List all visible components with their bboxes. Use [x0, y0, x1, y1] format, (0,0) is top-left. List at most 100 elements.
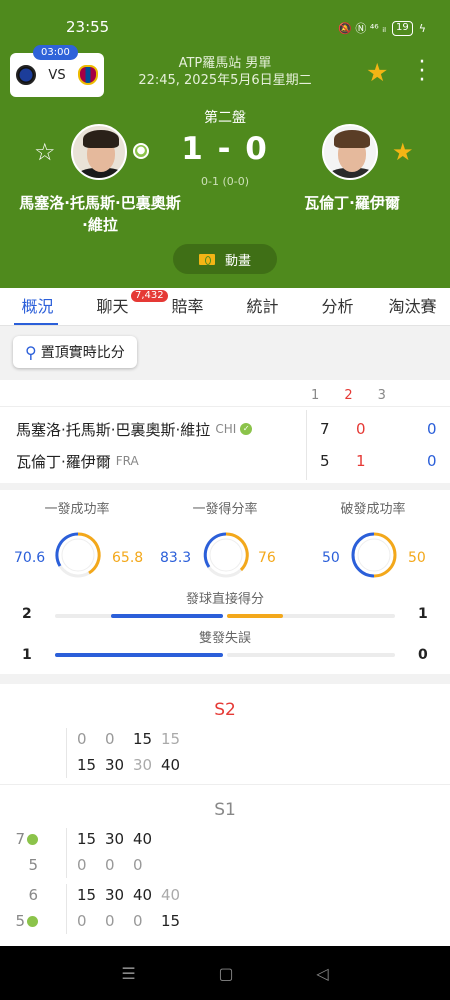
mini-clock: 03:00	[33, 45, 78, 60]
tab-overview[interactable]: 概況	[0, 288, 75, 325]
game-won-icon	[27, 916, 38, 927]
game-points-top: 15 30 40 40	[77, 886, 181, 904]
aces-left-value: 2	[22, 606, 32, 622]
game-points-top: 0 0 15 15	[77, 730, 181, 748]
player-name: 瓦倫丁·羅伊爾	[16, 452, 111, 471]
game-score: 0-1 (0-0)	[200, 175, 249, 188]
player2-follow-star-icon[interactable]: ★	[392, 138, 414, 166]
aces-title: 發球直接得分	[185, 592, 264, 607]
tab-analysis[interactable]: 分析	[300, 288, 375, 325]
set2-score: 1	[356, 452, 366, 470]
stat-left-value: 70.6	[14, 550, 46, 566]
stat-left-value: 83.3	[160, 550, 192, 566]
floating-match-card[interactable]: 03:00 VS	[10, 45, 104, 97]
game-score-bottom: 5	[28, 856, 38, 874]
set1-score: 5	[320, 452, 330, 470]
point-by-point-card: S2 0 0 15 15 15 30 30 40 S1 7 5 15 30 40…	[0, 684, 450, 946]
match-header: 23:55 🔕 Ⓝ ⁴⁶ ᵢₗ 19 ϟ 03:00 VS ATP羅馬站 男單 …	[0, 0, 450, 288]
scoreboard-row[interactable]: 馬塞洛·托馬斯·巴裏奧斯·維拉 CHI ✓ 7 0 0	[16, 415, 446, 443]
serving-ball-icon: ●	[133, 143, 149, 159]
game-score-top: 7	[10, 830, 38, 848]
player2-name[interactable]: 瓦倫丁·羅伊爾	[282, 192, 422, 213]
double-faults-right-value: 0	[418, 647, 428, 663]
aces-left-fill	[111, 614, 223, 618]
home-icon[interactable]: ▢	[218, 964, 233, 983]
animation-label: 動畫	[224, 253, 251, 269]
match-datetime: 22:45, 2025年5月6日星期二	[138, 73, 312, 88]
stat-right-value: 76	[258, 550, 276, 566]
set-headers: 1 2 3	[311, 388, 411, 403]
stat-title: 破發成功率	[340, 502, 406, 517]
tab-knockout[interactable]: 淘汰賽	[375, 288, 450, 325]
double-faults-right-track	[227, 653, 395, 657]
double-faults-left-fill	[55, 653, 223, 657]
tournament-name: ATP羅馬站 男單	[178, 56, 272, 71]
game-points-top: 15 30 40	[77, 830, 153, 848]
game-score-top: 6	[28, 886, 38, 904]
stat-ring-chart	[351, 532, 397, 578]
set1-label: S1	[214, 800, 236, 820]
game-points-bottom: 0 0 0 15	[77, 912, 181, 930]
tournament-info: ATP羅馬站 男單 22:45, 2025年5月6日星期二	[120, 55, 330, 89]
country-code: CHI	[215, 422, 237, 436]
double-faults-title: 雙發失誤	[198, 631, 251, 646]
stat-ring-chart	[203, 532, 249, 578]
tab-bar: 概況 聊天 7,432 賠率 統計 分析 淘汰賽	[0, 288, 450, 326]
stat-ring-first-serve-won: 一發得分率 83.3 76	[150, 498, 300, 578]
status-bar: 23:55 🔕 Ⓝ ⁴⁶ ᵢₗ 19 ϟ	[0, 18, 450, 40]
battery-icon: 19	[392, 20, 413, 36]
stat-ring-break-points: 破發成功率 50 50	[298, 498, 448, 578]
mini-vs-label: VS	[48, 67, 66, 83]
player1-avatar[interactable]	[71, 124, 127, 180]
status-indicator-icons: 🔕 Ⓝ ⁴⁶ ᵢₗ	[338, 22, 386, 35]
menu-icon[interactable]: ☰	[121, 964, 135, 983]
status-icons: 🔕 Ⓝ ⁴⁶ ᵢₗ 19 ϟ	[338, 20, 426, 36]
match-score: 1 - 0	[181, 131, 269, 167]
pin-live-score-button[interactable]: ⚲ 置頂實時比分	[13, 336, 137, 368]
aces-right-value: 1	[418, 606, 428, 622]
player1-follow-star-icon[interactable]: ☆	[34, 138, 56, 166]
player2-avatar[interactable]	[322, 124, 378, 180]
pin-button-label: 置頂實時比分	[40, 345, 125, 361]
stat-right-value: 50	[408, 550, 426, 566]
animation-button[interactable]: 動畫	[173, 244, 277, 274]
stat-right-value: 65.8	[112, 550, 144, 566]
aces-right-fill	[227, 614, 283, 618]
back-icon[interactable]: ◁	[316, 964, 328, 983]
tab-stats[interactable]: 統計	[225, 288, 300, 325]
stat-title: 一發得分率	[192, 502, 258, 517]
game-points-bottom: 0 0 0	[77, 856, 143, 874]
point-score: 0	[427, 452, 437, 470]
set-header: 2	[344, 388, 353, 403]
tab-chat[interactable]: 聊天 7,432	[75, 288, 168, 325]
set-header: 1	[311, 388, 320, 403]
double-faults-left-value: 1	[22, 647, 32, 663]
country-code: FRA	[115, 454, 139, 468]
player1-name[interactable]: 馬塞洛·托馬斯·巴裏奧斯 ·維拉	[0, 192, 200, 236]
point-score: 0	[427, 420, 437, 438]
serving-ball-icon: ✓	[240, 423, 253, 435]
stat-title: 一發成功率	[44, 502, 110, 517]
charging-icon: ϟ	[418, 21, 426, 35]
player1-name-text: 馬塞洛·托馬斯·巴裏奧斯 ·維拉	[19, 194, 181, 234]
status-time: 23:55	[66, 18, 110, 36]
set2-score: 0	[356, 420, 366, 438]
scoreboard-row[interactable]: 瓦倫丁·羅伊爾 FRA 5 1 0	[16, 447, 446, 475]
more-options-icon[interactable]: · · ·	[418, 52, 426, 92]
player-name: 馬塞洛·托馬斯·巴裏奧斯·維拉	[16, 420, 211, 439]
favorite-star-icon[interactable]: ★	[366, 58, 388, 87]
tab-odds[interactable]: 賠率	[150, 288, 225, 325]
scoreboard-card: 1 2 3 馬塞洛·托馬斯·巴裏奧斯·維拉 CHI ✓ 7 0 0 瓦倫丁·羅伊…	[0, 380, 450, 483]
game-won-icon	[27, 834, 38, 845]
current-set-label: 第二盤	[204, 110, 246, 126]
game-points-bottom: 15 30 30 40	[77, 756, 181, 774]
set-header: 3	[377, 388, 386, 403]
pin-icon: ⚲	[25, 342, 37, 362]
game-score-bottom: 5	[10, 912, 38, 930]
system-nav-bar: ☰ ▢ ◁	[0, 946, 450, 1000]
stats-card: 一發成功率 70.6 65.8 一發得分率 83.3 76 破發成功率 50 5…	[0, 490, 450, 674]
pitch-icon	[198, 253, 215, 265]
stat-left-value: 50	[322, 550, 340, 566]
stat-ring-first-serve-in: 一發成功率 70.6 65.8	[2, 498, 152, 578]
stat-ring-chart	[55, 532, 101, 578]
